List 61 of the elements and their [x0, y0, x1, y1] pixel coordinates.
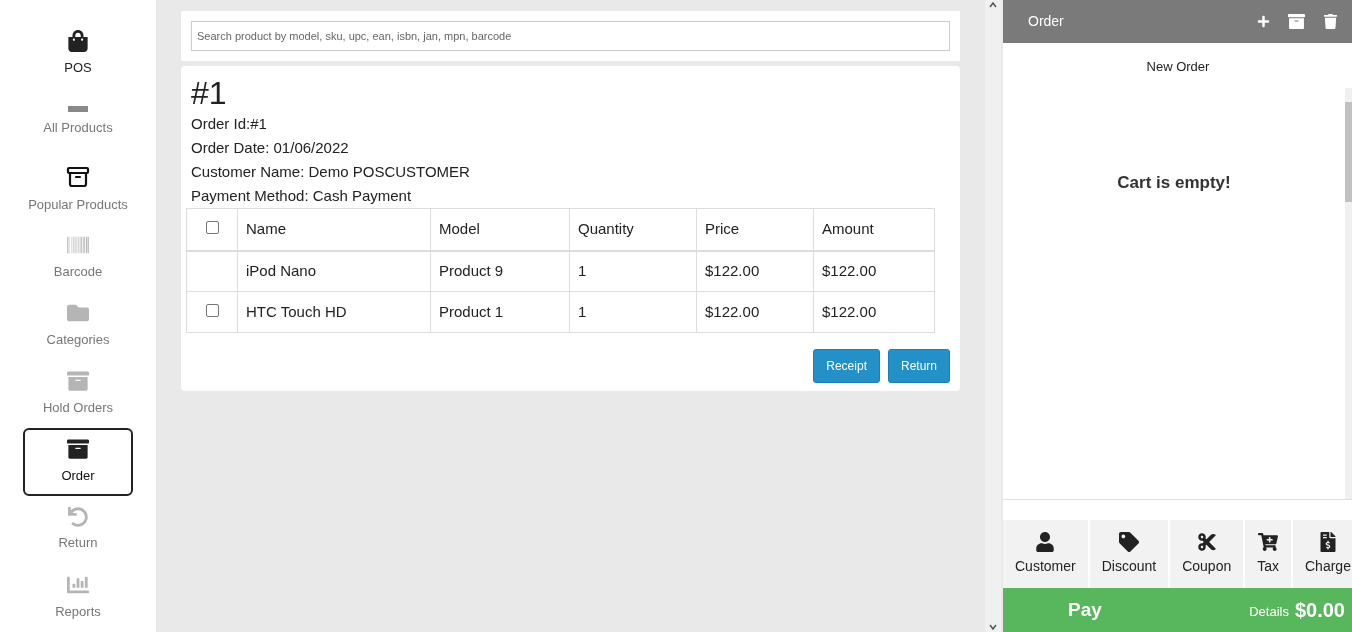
table-cell: $122.00: [696, 250, 814, 292]
archive-icon[interactable]: [1288, 13, 1305, 30]
return-button[interactable]: Return: [887, 349, 950, 383]
cart-icon: [1258, 531, 1279, 552]
archive-icon: [67, 370, 89, 393]
column-header: Quantity: [569, 208, 697, 251]
cart-action-button[interactable]: Tax: [1245, 520, 1291, 588]
add-icon[interactable]: [1257, 15, 1270, 28]
table-cell: 1: [569, 250, 697, 292]
table-cell: Product 9: [430, 250, 570, 292]
sidebar-item[interactable]: Order: [23, 428, 133, 496]
table-cell: iPod Nano: [237, 250, 431, 292]
sidebar-item[interactable]: Reports: [23, 564, 133, 632]
product-icon: [68, 106, 88, 113]
cart-subtitle: New Order: [1145, 58, 1211, 76]
table-cell: $122.00: [813, 250, 935, 292]
cart-action-button[interactable]: Customer: [1003, 520, 1088, 588]
undo-icon: [68, 507, 88, 528]
scroll-down-icon: [989, 624, 997, 630]
trash-icon[interactable]: [1323, 14, 1338, 29]
sidebar-item[interactable]: Hold Orders: [23, 360, 133, 428]
cart-action-button[interactable]: Coupon: [1170, 520, 1244, 588]
order-detail: Order Date: 01/06/2022: [191, 138, 350, 158]
pay-label: Pay: [1068, 597, 1103, 622]
sidebar-item[interactable]: POS: [23, 20, 133, 88]
table-cell: $122.00: [696, 291, 814, 333]
empty-cart-message: Cart is empty!: [1117, 171, 1231, 194]
total-amount: $0.00: [1294, 598, 1345, 623]
receipt-button[interactable]: Receipt: [813, 349, 880, 383]
checkbox[interactable]: [205, 221, 219, 234]
table-cell: HTC Touch HD: [237, 291, 431, 333]
sidebar-item[interactable]: Return: [23, 496, 133, 564]
cart-action-button[interactable]: Discount: [1089, 520, 1169, 588]
order-detail: Payment Method: Cash Payment: [191, 186, 413, 206]
user-icon: [1035, 531, 1056, 552]
column-header: Model: [430, 208, 570, 251]
cart-action-button[interactable]: Charge: [1293, 520, 1352, 588]
order-detail: Customer Name: Demo POSCUSTOMER: [191, 162, 471, 182]
order-number: #1: [191, 74, 228, 112]
cart-title: Order: [1028, 12, 1065, 31]
tag-icon: [1118, 531, 1139, 552]
shopping-bag-icon: [67, 30, 89, 53]
column-header: Amount: [813, 208, 935, 251]
order-detail: Order Id:#1: [191, 114, 268, 134]
table-cell: $122.00: [813, 291, 935, 333]
pay-button[interactable]: Pay Details $0.00: [1003, 588, 1352, 632]
sidebar-item[interactable]: Popular Products: [23, 156, 133, 224]
scroll-up-icon: [989, 2, 997, 8]
column-header: Price: [696, 208, 814, 251]
table-cell: 1: [569, 291, 697, 333]
checkbox[interactable]: [205, 303, 219, 317]
box-icon: [66, 165, 90, 190]
sidebar-item[interactable]: Categories: [23, 292, 133, 360]
scissors-icon: [1196, 531, 1217, 552]
sidebar-item[interactable]: All Products: [23, 88, 133, 156]
sidebar-item[interactable]: Barcode: [23, 224, 133, 292]
column-header: Name: [237, 208, 431, 251]
details-label: Details: [1249, 602, 1289, 621]
search-field[interactable]: Search product by model, sku, upc, ean, isbn, jan, mpn, barcode: [191, 21, 950, 51]
table-cell: Product 1: [430, 291, 570, 333]
archive-icon: [67, 438, 89, 461]
